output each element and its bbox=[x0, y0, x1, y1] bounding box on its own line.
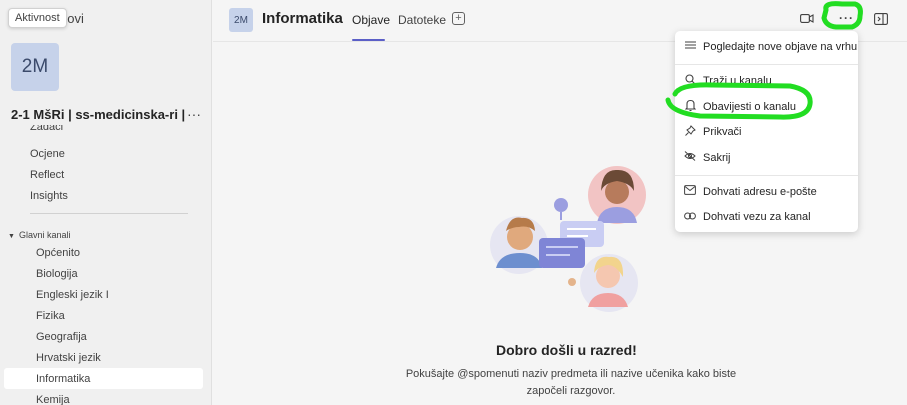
left-rail-panel: Aktivnost novi 2M Zadaci 2-1 MšRi | ss-m… bbox=[0, 0, 212, 405]
channel-item[interactable]: Kemija bbox=[36, 394, 70, 405]
open-panel-icon[interactable] bbox=[874, 13, 888, 28]
menu-item-search-channel[interactable]: Traži u kanalu bbox=[684, 74, 772, 88]
menu-separator bbox=[675, 64, 858, 65]
tab-datoteke[interactable]: Datoteke bbox=[398, 13, 446, 27]
more-options-button[interactable]: ··· bbox=[839, 11, 854, 25]
channel-item[interactable]: Engleski jezik I bbox=[36, 289, 109, 301]
menu-separator bbox=[675, 175, 858, 176]
section-label: Glavni kanali bbox=[18, 230, 71, 240]
pin-icon bbox=[684, 125, 696, 139]
channel-item-active[interactable]: Informatika bbox=[36, 373, 90, 385]
menu-item-label: Dohvati vezu za kanal bbox=[703, 211, 811, 223]
add-tab-button[interactable]: + bbox=[452, 12, 465, 25]
welcome-illustration bbox=[490, 166, 646, 312]
tab-objave[interactable]: Objave bbox=[352, 13, 390, 27]
menu-item-label: Sakrij bbox=[703, 151, 731, 164]
menu-item-new-posts-top[interactable]: Pogledajte nove objave na vrhu bbox=[684, 40, 857, 53]
welcome-heading: Dobro došli u razred! bbox=[496, 342, 637, 358]
menu-item-get-link[interactable]: Dohvati vezu za kanal bbox=[684, 211, 811, 223]
channel-avatar: 2M bbox=[229, 8, 253, 32]
sidebar-item-zadaci[interactable]: Zadaci bbox=[30, 125, 63, 132]
channel-item[interactable]: Hrvatski jezik bbox=[36, 352, 101, 364]
bell-icon bbox=[684, 99, 696, 114]
channel-item[interactable]: Fizika bbox=[36, 310, 65, 322]
channel-item[interactable]: Geografija bbox=[36, 331, 87, 343]
menu-item-get-email[interactable]: Dohvati adresu e-pošte bbox=[684, 185, 817, 198]
sidebar-item-ocjene[interactable]: Ocjene bbox=[30, 148, 65, 160]
menu-item-label: Traži u kanalu bbox=[703, 75, 772, 87]
team-avatar[interactable]: 2M bbox=[11, 43, 59, 91]
menu-item-label: Pogledajte nove objave na vrhu bbox=[703, 40, 858, 53]
link-icon bbox=[684, 211, 696, 223]
channel-item[interactable]: Općenito bbox=[36, 247, 80, 259]
menu-item-channel-notifications[interactable]: Obavijesti o kanalu bbox=[684, 99, 796, 114]
class-more-button[interactable]: ··· bbox=[187, 106, 201, 122]
activity-tooltip: Aktivnost bbox=[8, 8, 67, 28]
more-options-menu: Pogledajte nove objave na vrhu Traži u k… bbox=[675, 31, 858, 232]
sort-icon bbox=[684, 40, 696, 53]
sidebar-item-insights[interactable]: Insights bbox=[30, 190, 68, 202]
mail-icon bbox=[684, 185, 696, 198]
menu-item-hide[interactable]: Sakrij bbox=[684, 151, 731, 164]
class-title: 2-1 MšRi | ss-medicinska-ri |... bbox=[11, 107, 186, 122]
active-channel-highlight bbox=[4, 368, 203, 389]
menu-item-label: Dohvati adresu e-pošte bbox=[703, 185, 817, 198]
video-call-icon[interactable] bbox=[800, 13, 814, 27]
eye-off-icon bbox=[684, 151, 696, 164]
menu-item-label: Obavijesti o kanalu bbox=[703, 100, 796, 113]
menu-item-label: Prikvači bbox=[703, 126, 742, 138]
sidebar-item-reflect[interactable]: Reflect bbox=[30, 169, 64, 181]
sidebar-divider bbox=[30, 213, 188, 214]
caret-down-icon: ▼ bbox=[8, 233, 15, 240]
channel-item[interactable]: Biologija bbox=[36, 268, 78, 280]
menu-item-pin[interactable]: Prikvači bbox=[684, 125, 742, 139]
channel-title: Informatika bbox=[262, 10, 343, 27]
welcome-hint: Pokušajte @spomenuti naziv predmeta ili … bbox=[405, 368, 737, 397]
active-tab-indicator bbox=[352, 39, 385, 41]
search-icon bbox=[684, 74, 696, 88]
channels-section-header[interactable]: ▼ Glavni kanali bbox=[8, 230, 70, 240]
